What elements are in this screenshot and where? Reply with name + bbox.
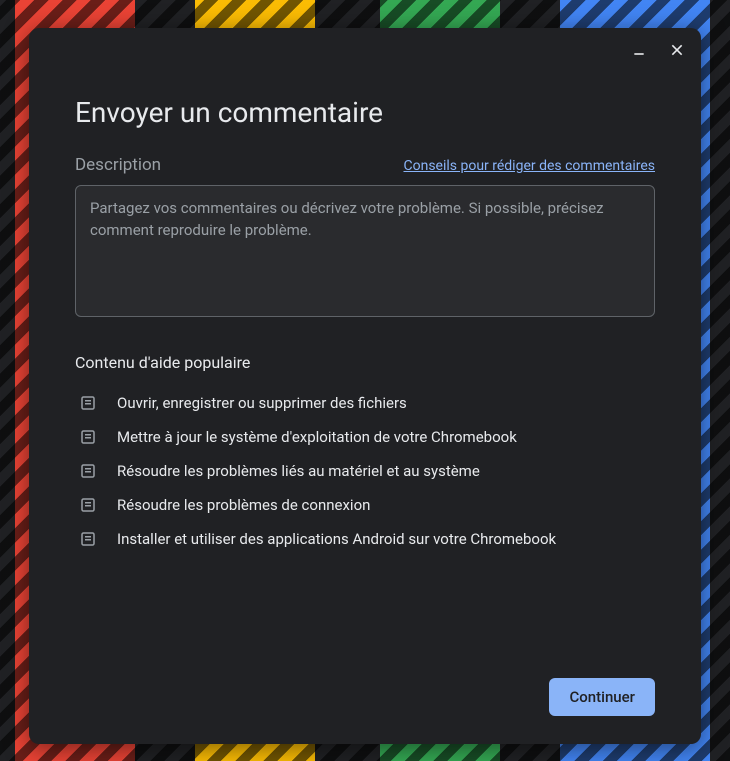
- help-item-update-os[interactable]: Mettre à jour le système d'exploitation …: [75, 420, 655, 454]
- help-item-files[interactable]: Ouvrir, enregistrer ou supprimer des fic…: [75, 386, 655, 420]
- help-item-label: Ouvrir, enregistrer ou supprimer des fic…: [117, 394, 407, 412]
- tips-link[interactable]: Conseils pour rédiger des commentaires: [403, 158, 655, 174]
- help-list: Ouvrir, enregistrer ou supprimer des fic…: [75, 386, 655, 556]
- description-row: Description Conseils pour rédiger des co…: [75, 155, 655, 175]
- dialog-footer: Continuer: [29, 678, 701, 744]
- feedback-textarea[interactable]: [75, 185, 655, 317]
- continue-button[interactable]: Continuer: [549, 678, 655, 716]
- help-item-label: Résoudre les problèmes de connexion: [117, 496, 370, 514]
- help-item-label: Installer et utiliser des applications A…: [117, 530, 556, 548]
- dialog-title: Envoyer un commentaire: [75, 96, 655, 129]
- article-icon: [79, 428, 97, 446]
- feedback-dialog: Envoyer un commentaire Description Conse…: [29, 28, 701, 744]
- description-label: Description: [75, 155, 161, 175]
- help-item-hardware[interactable]: Résoudre les problèmes liés au matériel …: [75, 454, 655, 488]
- close-button[interactable]: [663, 36, 691, 64]
- minimize-icon: [631, 42, 647, 58]
- dialog-titlebar: [29, 28, 701, 64]
- popular-help-heading: Contenu d'aide populaire: [75, 353, 655, 372]
- minimize-button[interactable]: [625, 36, 653, 64]
- article-icon: [79, 530, 97, 548]
- article-icon: [79, 394, 97, 412]
- help-item-label: Résoudre les problèmes liés au matériel …: [117, 462, 480, 480]
- article-icon: [79, 462, 97, 480]
- dialog-content: Envoyer un commentaire Description Conse…: [29, 64, 701, 678]
- help-item-connection[interactable]: Résoudre les problèmes de connexion: [75, 488, 655, 522]
- close-icon: [669, 42, 685, 58]
- article-icon: [79, 496, 97, 514]
- help-item-android-apps[interactable]: Installer et utiliser des applications A…: [75, 522, 655, 556]
- help-item-label: Mettre à jour le système d'exploitation …: [117, 428, 517, 446]
